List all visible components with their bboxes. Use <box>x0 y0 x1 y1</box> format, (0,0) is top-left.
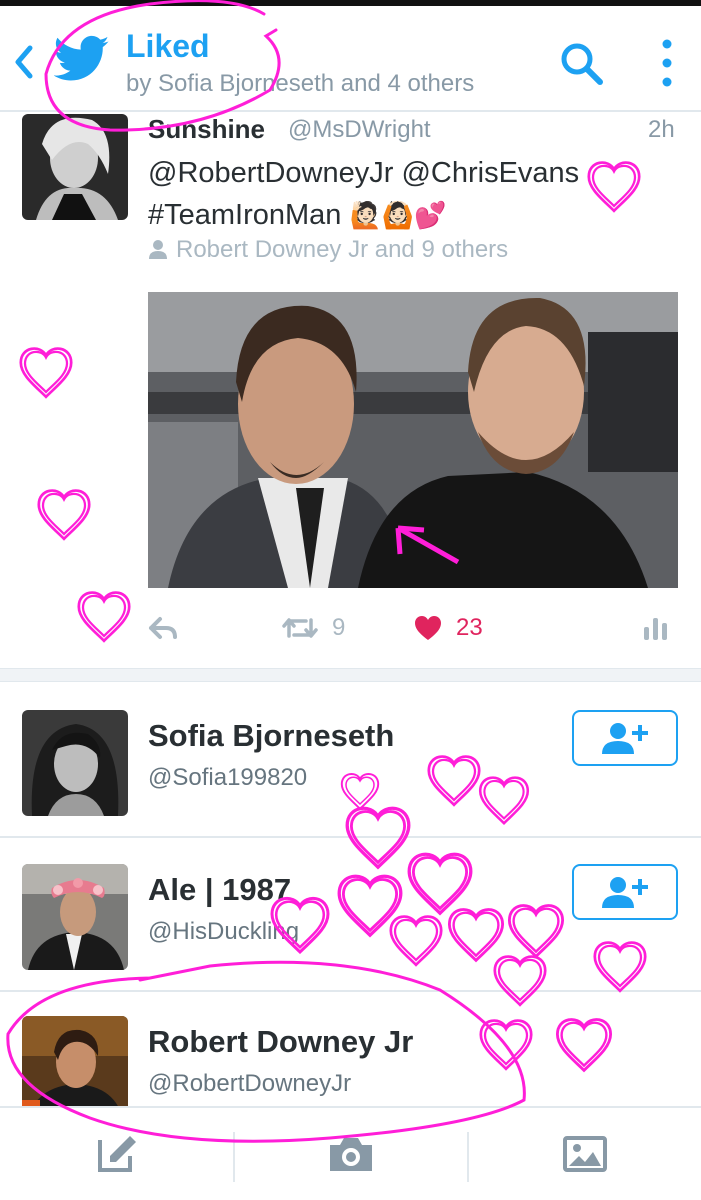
person-icon <box>149 240 167 259</box>
tweet-text-line: #TeamIronMan 🙋🏻🙆🏻💕 <box>148 194 648 236</box>
tweet-author-handle[interactable]: @MsDWright <box>288 116 431 144</box>
camera-button[interactable] <box>235 1108 467 1200</box>
user-list-item[interactable]: Sofia Bjorneseth @Sofia199820 <box>0 684 701 838</box>
user-handle: @Sofia199820 <box>148 764 308 791</box>
tweet-photo[interactable] <box>148 292 678 588</box>
retweet-button[interactable]: 9 <box>282 608 345 648</box>
add-user-icon <box>602 723 648 754</box>
emoji-sequence: 🙋🏻🙆🏻💕 <box>349 200 447 230</box>
tweet-author-name[interactable]: Sunshine <box>148 114 265 145</box>
twitter-bird-icon <box>54 35 110 81</box>
user-name[interactable]: Robert Downey Jr <box>148 1024 413 1060</box>
follow-button[interactable] <box>572 864 678 920</box>
page-subtitle: by Sofia Bjorneseth and 4 others <box>126 70 475 97</box>
avatar[interactable] <box>22 710 128 816</box>
avatar[interactable] <box>22 864 128 970</box>
analytics-button[interactable] <box>642 608 684 648</box>
user-name[interactable]: Sofia Bjorneseth <box>148 718 394 754</box>
search-icon[interactable] <box>558 40 606 88</box>
bottom-toolbar <box>0 1106 701 1200</box>
image-button[interactable] <box>469 1108 701 1200</box>
retweet-icon <box>282 618 318 638</box>
section-divider <box>0 668 701 682</box>
like-button[interactable]: 23 <box>414 608 483 648</box>
like-count: 23 <box>456 614 483 641</box>
follow-button[interactable] <box>572 710 678 766</box>
user-handle: @RobertDowneyJr <box>148 1070 352 1097</box>
tweet-actions: 9 23 <box>148 608 678 648</box>
page-title: Liked <box>126 28 210 64</box>
camera-icon <box>330 1138 372 1171</box>
user-name[interactable]: Ale | 1987 <box>148 872 291 908</box>
tweet-text: @RobertDowneyJr @ChrisEvans #TeamIronMan… <box>148 152 648 236</box>
more-vertical-icon[interactable] <box>652 36 682 90</box>
heart-icon <box>415 616 441 640</box>
social-context[interactable]: Robert Downey Jr and 9 others <box>148 236 508 264</box>
tweet-timestamp: 2h <box>648 116 675 143</box>
app-header: Liked by Sofia Bjorneseth and 4 others <box>0 6 701 112</box>
user-list-item[interactable]: Ale | 1987 @HisDuckling <box>0 838 701 992</box>
tweet-text-line: @RobertDowneyJr @ChrisEvans <box>148 157 580 189</box>
chevron-left-icon[interactable] <box>10 42 38 82</box>
reply-icon <box>149 617 177 639</box>
compose-icon <box>97 1136 136 1172</box>
compose-button[interactable] <box>0 1108 233 1200</box>
liked-by-text: Robert Downey Jr and 9 others <box>176 236 509 263</box>
retweet-count: 9 <box>332 614 346 641</box>
reply-button[interactable] <box>148 608 192 648</box>
add-user-icon <box>602 877 648 908</box>
analytics-icon <box>644 618 667 640</box>
avatar[interactable] <box>22 114 128 220</box>
image-icon <box>563 1136 607 1172</box>
user-handle: @HisDuckling <box>148 918 300 945</box>
hashtag[interactable]: #TeamIronMan <box>148 199 341 231</box>
